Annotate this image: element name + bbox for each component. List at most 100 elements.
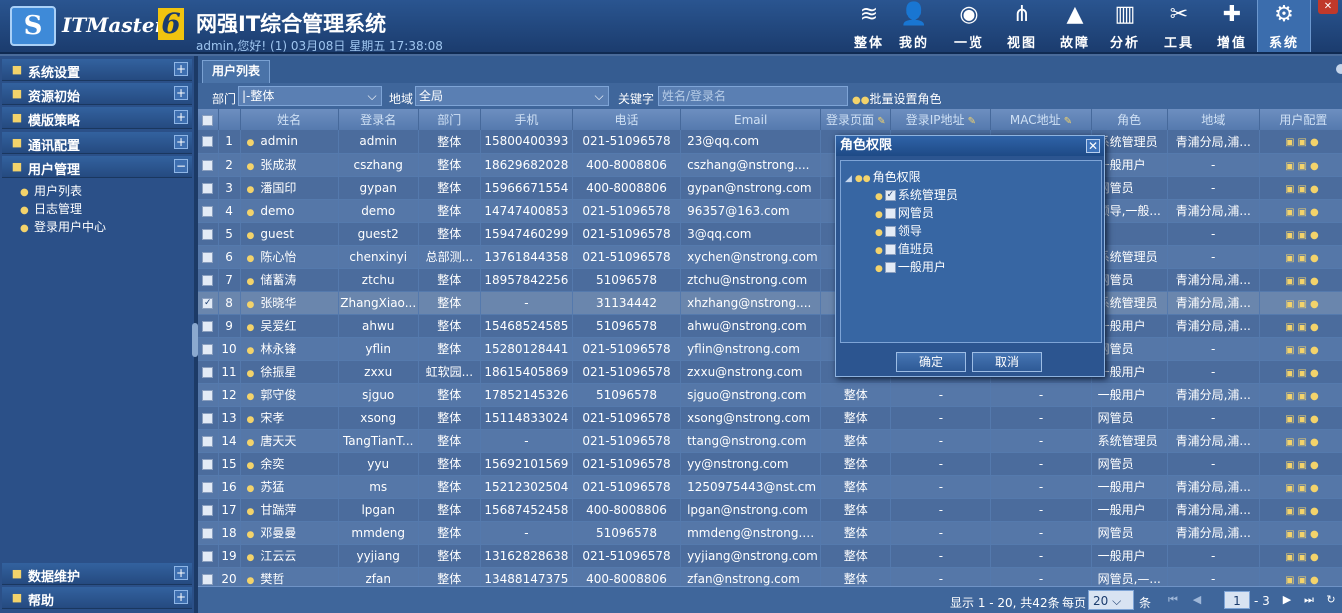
row-checkbox[interactable] bbox=[202, 228, 214, 240]
column-header[interactable]: 登录页面 ✎ bbox=[820, 109, 892, 130]
table-row[interactable]: 4 ● demo demo 整体 14747400853 021-51096578 96357… bbox=[198, 199, 1342, 223]
row-actions[interactable]: ▣▣● bbox=[1259, 360, 1342, 384]
table-row[interactable]: 9 ● 吴爱红 ahwu 整体 15468524585 51096578 ahwu@nstro… bbox=[198, 314, 1342, 338]
table-row[interactable]: 19 ● 江云云 yyjiang 整体 13162828638 021-51096578 yy… bbox=[198, 544, 1342, 568]
tab-menu-icon[interactable] bbox=[1336, 64, 1342, 74]
row-actions[interactable]: ▣▣● bbox=[1259, 130, 1342, 154]
row-select-cell[interactable] bbox=[198, 314, 219, 338]
select-all-checkbox[interactable] bbox=[202, 114, 214, 126]
table-row[interactable]: 13 ● 宋孝 xsong 整体 15114833024 021-51096578 xsong… bbox=[198, 406, 1342, 430]
sidebar-bottom-section-1[interactable]: ■ 帮助 + bbox=[2, 587, 192, 609]
row-actions[interactable]: ▣▣● bbox=[1259, 222, 1342, 246]
config-icons[interactable]: ▣▣● bbox=[1285, 552, 1322, 563]
config-icons[interactable]: ▣▣● bbox=[1285, 230, 1322, 241]
expand-toggle-icon[interactable]: + bbox=[174, 566, 188, 580]
ok-button[interactable]: 确定 bbox=[896, 352, 966, 372]
expand-toggle-icon[interactable]: + bbox=[174, 135, 188, 149]
row-checkbox[interactable] bbox=[202, 389, 214, 401]
row-checkbox[interactable] bbox=[202, 527, 214, 539]
table-row[interactable]: 2 ● 张成淑 cszhang 整体 18629682028 400-8008806 cszh… bbox=[198, 153, 1342, 177]
role-checkbox[interactable]: ✓ bbox=[884, 190, 896, 201]
sidebar-section-1[interactable]: ■ 资源初始 + bbox=[2, 83, 192, 105]
table-row[interactable]: 3 ● 潘国印 gypan 整体 15966671554 400-8008806 gypan@… bbox=[198, 176, 1342, 200]
expand-toggle-icon[interactable]: + bbox=[174, 590, 188, 604]
row-actions[interactable]: ▣▣● bbox=[1259, 429, 1342, 453]
row-actions[interactable]: ▣▣● bbox=[1259, 383, 1342, 407]
row-select-cell[interactable] bbox=[198, 383, 219, 407]
per-page-select[interactable]: 20 ⌵ bbox=[1088, 590, 1134, 610]
nav-plus[interactable]: ✚ 增值 bbox=[1205, 0, 1259, 52]
dept-select[interactable]: |-整体 ⌵ bbox=[238, 86, 382, 106]
row-checkbox[interactable] bbox=[202, 435, 214, 447]
row-actions[interactable]: ▣▣● bbox=[1259, 498, 1342, 522]
nav-network[interactable]: ⋔ 视图 bbox=[995, 0, 1049, 52]
window-close-icon[interactable]: ✕ bbox=[1318, 0, 1338, 14]
sidebar-section-3[interactable]: ■ 通讯配置 + bbox=[2, 132, 192, 154]
table-row[interactable]: 6 ● 陈心怡 chenxinyi 总部测... 13761844358 021-51096… bbox=[198, 245, 1342, 269]
column-header[interactable]: 登录IP地址 ✎ bbox=[890, 109, 992, 130]
row-actions[interactable]: ▣▣● bbox=[1259, 544, 1342, 568]
nav-tools[interactable]: ✂ 工具 bbox=[1152, 0, 1206, 52]
config-icons[interactable]: ▣▣● bbox=[1285, 207, 1322, 218]
row-checkbox[interactable] bbox=[202, 182, 214, 194]
config-icons[interactable]: ▣▣● bbox=[1285, 276, 1322, 287]
config-icons[interactable]: ▣▣● bbox=[1285, 161, 1322, 172]
row-actions[interactable]: ▣▣● bbox=[1259, 291, 1342, 315]
column-header[interactable]: 部门 bbox=[418, 109, 481, 130]
column-header[interactable]: 姓名 bbox=[240, 109, 339, 130]
row-actions[interactable]: ▣▣● bbox=[1259, 521, 1342, 545]
sidebar-item-2[interactable]: ● 登录用户中心 bbox=[20, 218, 106, 235]
close-icon[interactable]: ✕ bbox=[1086, 139, 1100, 153]
row-select-cell[interactable] bbox=[198, 176, 219, 200]
row-select-cell[interactable] bbox=[198, 475, 219, 499]
row-select-cell[interactable] bbox=[198, 130, 219, 154]
role-option[interactable]: ● 领导 bbox=[875, 222, 922, 239]
row-checkbox[interactable] bbox=[202, 274, 214, 286]
column-header[interactable]: MAC地址 ✎ bbox=[990, 109, 1092, 130]
nav-warning[interactable]: ▲ 故障 bbox=[1048, 0, 1102, 52]
config-icons[interactable]: ▣▣● bbox=[1285, 506, 1322, 517]
nav-gear[interactable]: ⚙ 系统 bbox=[1257, 0, 1311, 52]
expand-toggle-icon[interactable]: + bbox=[174, 86, 188, 100]
config-icons[interactable]: ▣▣● bbox=[1285, 437, 1322, 448]
table-row[interactable]: 10 ● 林永锋 yflin 整体 15280128441 021-51096578 yfli… bbox=[198, 337, 1342, 361]
row-actions[interactable]: ▣▣● bbox=[1259, 475, 1342, 499]
row-checkbox[interactable] bbox=[202, 159, 214, 171]
refresh-icon[interactable]: ↻ bbox=[1324, 592, 1338, 608]
row-checkbox[interactable] bbox=[202, 504, 214, 516]
config-icons[interactable]: ▣▣● bbox=[1285, 460, 1322, 471]
sidebar-section-4[interactable]: ■ 用户管理 − bbox=[2, 156, 192, 178]
row-checkbox[interactable]: ✓ bbox=[202, 297, 214, 309]
expand-toggle-icon[interactable]: − bbox=[174, 159, 188, 173]
row-select-cell[interactable] bbox=[198, 360, 219, 384]
expand-toggle-icon[interactable]: + bbox=[174, 110, 188, 124]
expand-arrow-icon[interactable]: ◢ bbox=[845, 174, 852, 184]
config-icons[interactable]: ▣▣● bbox=[1285, 575, 1322, 586]
row-actions[interactable]: ▣▣● bbox=[1259, 199, 1342, 223]
cancel-button[interactable]: 取消 bbox=[972, 352, 1042, 372]
role-checkbox[interactable] bbox=[884, 208, 896, 219]
expand-toggle-icon[interactable]: + bbox=[174, 62, 188, 76]
config-icons[interactable]: ▣▣● bbox=[1285, 184, 1322, 195]
table-row[interactable]: 16 ● 苏猛 ms 整体 15212302504 021-51096578 12509754… bbox=[198, 475, 1342, 499]
row-checkbox[interactable] bbox=[202, 205, 214, 217]
config-icons[interactable]: ▣▣● bbox=[1285, 391, 1322, 402]
sidebar-section-0[interactable]: ■ 系统设置 + bbox=[2, 59, 192, 81]
sidebar-section-2[interactable]: ■ 模版策略 + bbox=[2, 107, 192, 129]
sidebar-item-0[interactable]: ● 用户列表 bbox=[20, 182, 82, 199]
nav-chart[interactable]: ▥ 分析 bbox=[1098, 0, 1152, 52]
column-header[interactable]: 地域 bbox=[1167, 109, 1260, 130]
row-checkbox[interactable] bbox=[202, 573, 214, 585]
page-number-input[interactable]: 1 bbox=[1224, 591, 1250, 609]
row-checkbox[interactable] bbox=[202, 320, 214, 332]
row-select-cell[interactable] bbox=[198, 222, 219, 246]
row-checkbox[interactable] bbox=[202, 366, 214, 378]
row-checkbox[interactable] bbox=[202, 251, 214, 263]
row-actions[interactable]: ▣▣● bbox=[1259, 245, 1342, 269]
tab-user-list[interactable]: 用户列表 bbox=[202, 60, 270, 83]
config-icons[interactable]: ▣▣● bbox=[1285, 137, 1322, 148]
role-option[interactable]: ● 值班员 bbox=[875, 240, 934, 257]
nav-dashboard[interactable]: ◉ 一览 bbox=[942, 0, 996, 52]
row-select-cell[interactable]: ✓ bbox=[198, 291, 219, 315]
table-row[interactable]: 15 ● 余奕 yyu 整体 15692101569 021-51096578 yy@nstr… bbox=[198, 452, 1342, 476]
